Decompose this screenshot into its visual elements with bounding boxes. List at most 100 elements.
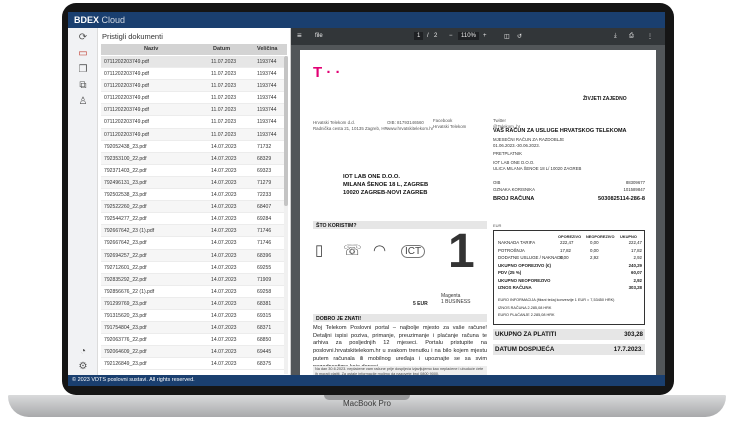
cell-name: 792694257_22.pdf xyxy=(104,252,147,259)
brand-name: BDEX xyxy=(74,15,100,25)
cell-name: 792522260_22.pdf xyxy=(104,204,147,211)
table-row[interactable]: 0711202203749.pdf 11.07.2023 1193744 xyxy=(101,128,284,141)
table-row[interactable]: 0711202203749.pdf 11.07.2023 1193744 xyxy=(101,68,284,81)
table-row[interactable]: 792371403_22.pdf 14.07.2023 69323 xyxy=(101,165,284,177)
cell-date: 14.07.2023 xyxy=(211,167,237,174)
cell-name: 792353100_22.pdf xyxy=(104,155,147,162)
cell-name: 0711202203749.pdf xyxy=(104,119,149,126)
cell-size: 69445 xyxy=(257,349,272,356)
cell-name: 0711202203749.pdf xyxy=(104,59,149,65)
table-row[interactable]: 792544277_22.pdf 14.07.2023 69284 xyxy=(101,213,284,226)
table-row[interactable]: 792496131_23.pdf 14.07.2023 71279 xyxy=(101,176,284,190)
copy-icon[interactable]: ⧉ xyxy=(77,80,89,92)
cell-size: 71732 xyxy=(257,143,272,150)
pdf-filename: file xyxy=(315,33,323,39)
table-row[interactable]: 792063776_22.pdf 14.07.2023 68850 xyxy=(101,334,284,347)
facebook-info: Facebook Hrvatski Telekom xyxy=(433,118,467,129)
documents-panel: Pristigli dokumenti Naziv Datum Veličina… xyxy=(98,28,291,375)
bill-summary-box: OPOREZIVO NEOPOREZIVO UKUPNO NAKNADA TARIF… xyxy=(493,230,645,325)
scrollbar[interactable] xyxy=(284,56,288,374)
cell-date: 11.07.2023 xyxy=(211,131,237,138)
table-row[interactable]: 0711202203749.pdf 11.07.2023 1193744 xyxy=(101,92,284,105)
scrollbar-thumb[interactable] xyxy=(284,56,288,206)
table-row[interactable]: 791754804_23.pdf 14.07.2023 68371 xyxy=(101,322,284,335)
cell-name: 791754804_23.pdf xyxy=(104,325,147,332)
table-row[interactable]: 792522260_22.pdf 14.07.2023 68407 xyxy=(101,201,284,214)
pdf-toolbar: ≡ file 1 / 2 − 110% + ◫ ↺ ⤓ ⎙ ⋮ xyxy=(291,28,665,45)
table-row[interactable]: 792126849_23.pdf 14.07.2023 68375 xyxy=(101,358,284,371)
table-row[interactable]: 0711202203749.pdf 11.07.2023 1193744 xyxy=(101,56,284,69)
refresh-icon[interactable]: ⟳ xyxy=(77,32,89,44)
chat-icon[interactable]: ◔ xyxy=(77,346,89,358)
cell-date: 11.07.2023 xyxy=(211,95,237,102)
more-icon[interactable]: ⋮ xyxy=(647,33,653,40)
table-row[interactable]: 792694257_22.pdf 14.07.2023 68396 xyxy=(101,249,284,262)
rotate-icon[interactable]: ↺ xyxy=(517,33,522,40)
cell-date: 14.07.2023 xyxy=(211,264,237,271)
zoom-out-icon[interactable]: − xyxy=(449,33,453,39)
cell-name: 792835292_22.pdf xyxy=(104,276,147,283)
table-row[interactable]: 792856676_22 (1).pdf 14.07.2023 69258 xyxy=(101,286,284,298)
side-rail: ⟳ ▭ ❐ ⧉ ♙ ◔ ⚙ xyxy=(68,28,98,375)
cell-size: 68375 xyxy=(257,361,272,368)
cell-date: 14.07.2023 xyxy=(211,216,237,223)
magenta-one-logo: 1 xyxy=(448,225,475,278)
cell-date: 14.07.2023 xyxy=(211,300,237,307)
laptop-base: MacBook Pro xyxy=(8,395,726,417)
bill-heading: VAŠ RAČUN ZA USLUGE HRVATSKOG TELEKOMA xyxy=(493,128,627,134)
price-label: 5 EUR xyxy=(413,301,428,307)
table-row[interactable]: 791299769_23.pdf 14.07.2023 68381 xyxy=(101,297,284,310)
cell-date: 14.07.2023 xyxy=(211,361,237,368)
cell-size: 68407 xyxy=(257,204,272,211)
company-info: Hrvatski Telekom d.d. Radnička cesta 21, … xyxy=(313,120,388,131)
desk-phone-icon: ☏ xyxy=(343,242,362,259)
column-date[interactable]: Datum xyxy=(213,46,230,52)
menu-icon[interactable]: ≡ xyxy=(297,31,302,40)
zoom-in-icon[interactable]: + xyxy=(483,33,487,39)
app-header: BDEX Cloud xyxy=(68,12,665,28)
cell-name: 792712601_22.pdf xyxy=(104,264,147,271)
table-row[interactable]: 0711202203749.pdf 11.07.2023 1193744 xyxy=(101,104,284,117)
page-total: 2 xyxy=(434,33,438,39)
page-input[interactable]: 1 xyxy=(414,32,424,40)
bill-number-row: BROJ RAČUNA 5030825114-286-8 xyxy=(493,196,645,202)
cell-size: 1193744 xyxy=(257,131,277,138)
column-name[interactable]: Naziv xyxy=(144,46,158,52)
table-row[interactable]: 792353100_22.pdf 14.07.2023 68329 xyxy=(101,152,284,165)
print-icon[interactable]: ⎙ xyxy=(629,33,634,40)
table-row[interactable]: 792052438_23.pdf 14.07.2023 71732 xyxy=(101,141,284,153)
table-row[interactable]: 0711202203749.pdf 11.07.2023 1193744 xyxy=(101,80,284,93)
cell-size: 68396 xyxy=(257,252,272,259)
cell-name: 792667642_23.pdf xyxy=(104,240,147,247)
cell-date: 14.07.2023 xyxy=(211,179,237,186)
cell-size: 1193744 xyxy=(257,95,277,102)
laptop-device: BDEX Cloud ⟳ ▭ ❐ ⧉ ♙ ◔ ⚙ Pristigli dokum… xyxy=(0,0,734,430)
table-row[interactable]: 791315620_23.pdf 14.07.2023 69315 xyxy=(101,310,284,323)
cell-name: 0711202203749.pdf xyxy=(104,71,149,78)
table-row[interactable]: 792835292_22.pdf 14.07.2023 71909 xyxy=(101,273,284,286)
zoom-level[interactable]: 110% xyxy=(458,32,479,40)
table-row[interactable]: 792667642_23 (1).pdf 14.07.2023 71746 xyxy=(101,225,284,238)
fit-page-icon[interactable]: ◫ xyxy=(504,33,510,40)
documents-icon[interactable]: ❐ xyxy=(77,64,89,76)
table-row[interactable]: 792667642_23.pdf 14.07.2023 71746 xyxy=(101,237,284,250)
column-size[interactable]: Veličina xyxy=(257,46,278,52)
recipient-address: IOT LAB ONE D.O.O. MILANA ŠENOE 18 L, ZA… xyxy=(343,174,429,197)
table-row[interactable]: 792712601_22.pdf 14.07.2023 69255 xyxy=(101,262,284,274)
inbox-icon[interactable]: ▭ xyxy=(77,48,89,60)
cell-size: 1193744 xyxy=(257,119,277,126)
user-icon[interactable]: ♙ xyxy=(77,96,89,108)
table-row[interactable]: 792064609_22.pdf 14.07.2023 69445 xyxy=(101,346,284,359)
cell-size: 71279 xyxy=(257,179,272,186)
mobile-phone-icon: ▯ xyxy=(315,242,324,259)
gear-icon[interactable]: ⚙ xyxy=(77,361,89,373)
download-icon[interactable]: ⤓ xyxy=(614,33,617,40)
cell-name: 792496131_23.pdf xyxy=(104,179,147,186)
table-row[interactable]: 0711202203749.pdf 11.07.2023 1193744 xyxy=(101,116,284,129)
cell-date: 14.07.2023 xyxy=(211,288,237,295)
table-header: Naziv Datum Veličina xyxy=(101,44,287,55)
oib-info: OIB: 81793146560 www.hrvatskitelekom.hr xyxy=(387,120,434,131)
cell-name: 792544277_22.pdf xyxy=(104,216,147,223)
cell-name: 792063776_22.pdf xyxy=(104,337,147,344)
table-row[interactable]: 792502538_23.pdf 14.07.2023 72233 xyxy=(101,189,284,202)
